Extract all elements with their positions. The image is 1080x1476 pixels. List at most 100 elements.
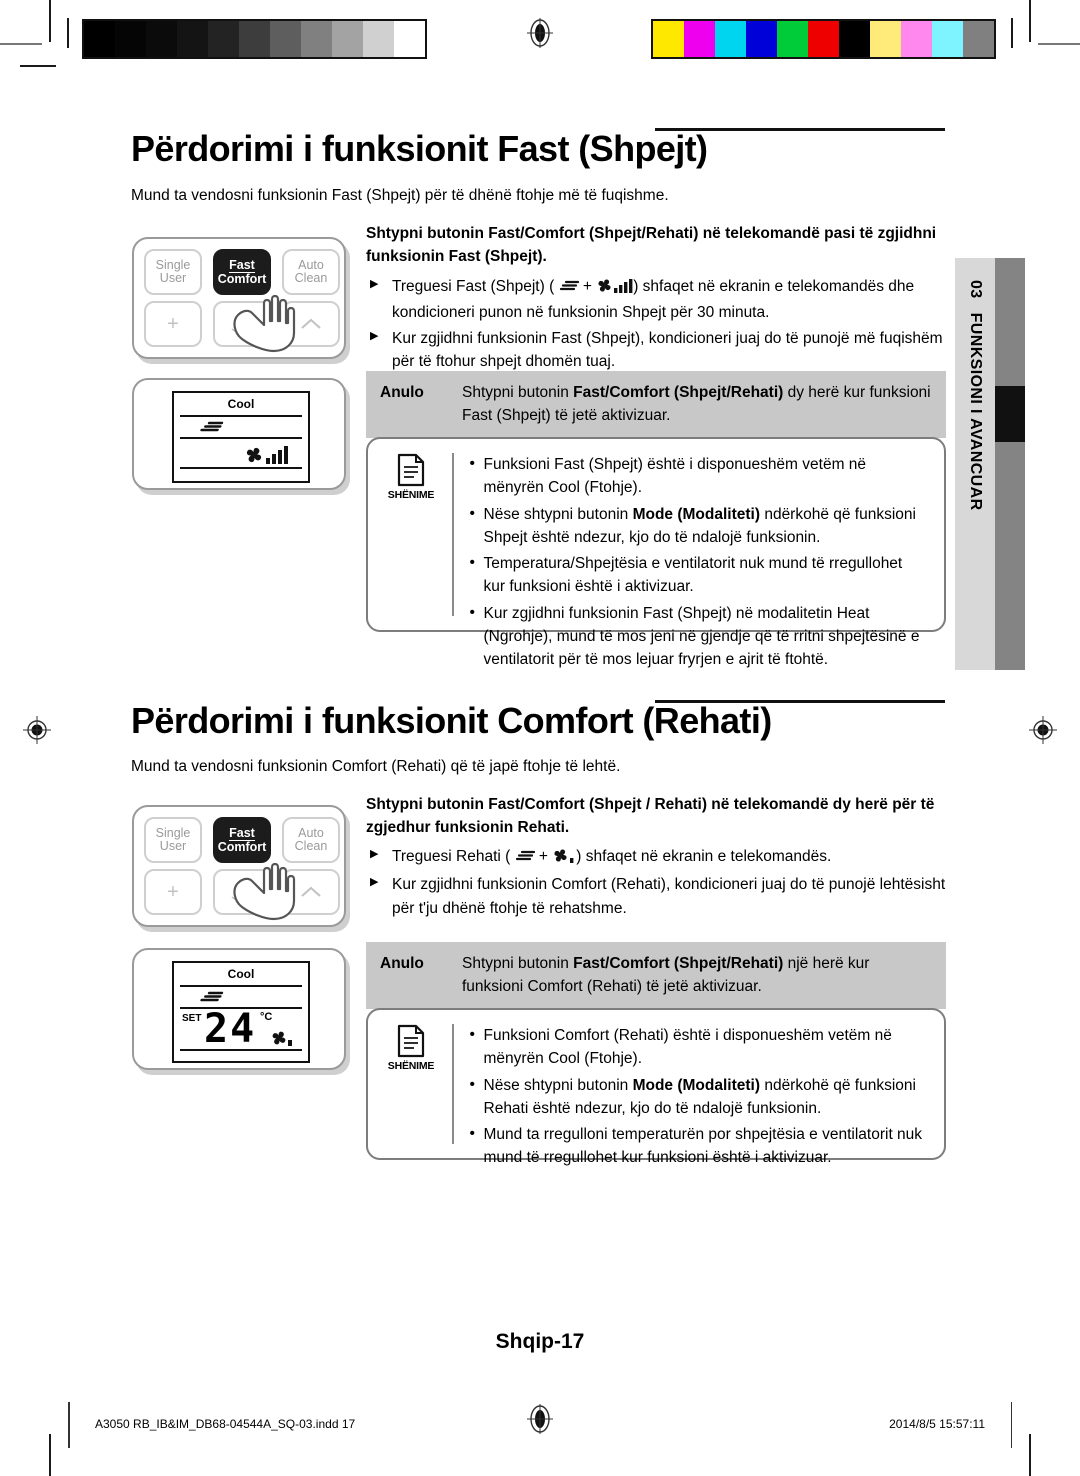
- cancel-box-comfort: Anulo Shtypni butonin Fast/Comfort (Shpe…: [366, 942, 946, 1009]
- lcd-mode-label: Cool: [227, 967, 255, 981]
- lcd-unit: °C: [260, 1011, 273, 1023]
- section-lead-fast: Mund ta vendosni funksionin Fast (Shpejt…: [131, 187, 669, 204]
- lcd-divider: [180, 415, 302, 417]
- calibration-swatch-4: [777, 21, 808, 57]
- instruction-fast: Shtypni butonin Fast/Comfort (Shpejt/Reh…: [366, 222, 962, 269]
- section-lead-comfort: Mund ta vendosni funksionin Comfort (Reh…: [131, 758, 621, 775]
- instruction-comfort: Shtypni butonin Fast/Comfort (Shpejt / R…: [366, 796, 935, 837]
- chapter-title: FUNKSIONI I AVANCUAR: [967, 312, 984, 511]
- calibration-swatch-9: [363, 21, 394, 57]
- fan-bar: [272, 454, 276, 464]
- bullet-item: Kur zgjidhni funksionin Comfort (Rehati)…: [366, 873, 964, 920]
- lcd-screen: Cool SET 24 °C: [172, 961, 310, 1063]
- lcd-divider: [180, 437, 302, 439]
- note-icon-caption: SHËNIME: [387, 1060, 435, 1072]
- plus-icon[interactable]: +: [144, 869, 202, 915]
- crop-mark-tr-h: [1038, 43, 1080, 45]
- crop-mark-tl-h: [0, 43, 42, 45]
- note-list-comfort: Funksioni Comfort (Rehati) është i dispo…: [468, 1023, 929, 1166]
- page-marker: Shqip-17: [495, 1330, 585, 1353]
- instruction-bold: Fast/Comfort (Shpejt/Rehati): [488, 225, 699, 242]
- footer-timestamp: 2014/8/5 15:57:11: [889, 1417, 985, 1431]
- lcd-temperature: 24: [204, 1006, 257, 1052]
- note-item: Mund ta rregulloni temperaturën por shpe…: [468, 1122, 929, 1170]
- calibration-swatch-5: [239, 21, 270, 57]
- calibration-swatch-10: [963, 21, 994, 57]
- airflow-icon: [559, 276, 579, 299]
- airflow-icon: [198, 419, 224, 437]
- fan-level-bars: [613, 277, 633, 300]
- calibration-swatch-7: [870, 21, 901, 57]
- note-icon-group: SHËNIME: [380, 453, 442, 616]
- bullet-list-comfort: Treguesi Rehati ( + ) shfaqet në ekranin…: [366, 845, 964, 922]
- fan-icon: [552, 847, 569, 871]
- airflow-icon: [515, 846, 535, 869]
- document-icon: [396, 453, 426, 487]
- crop-mark-bleed-left: [67, 18, 69, 48]
- fan-bar: [284, 446, 288, 464]
- remote-illustration-fast: Single User Fast Comfort Auto Clean +: [132, 237, 346, 359]
- calibration-swatch-3: [746, 21, 777, 57]
- crop-mark-tl-v: [49, 0, 51, 42]
- pointing-hand-icon: [230, 849, 304, 925]
- plus-icon[interactable]: +: [144, 301, 202, 347]
- calibration-swatch-4: [208, 21, 239, 57]
- registration-mark-top: [525, 18, 555, 48]
- note-item: Nëse shtypni butonin Mode (Modaliteti) n…: [468, 502, 929, 550]
- registration-mark-right: [1028, 715, 1058, 745]
- note-divider: [452, 453, 454, 616]
- bullet-item: Treguesi Rehati ( + ) shfaqet në ekranin…: [366, 845, 964, 871]
- cancel-label: Anulo: [380, 384, 424, 401]
- footer-rule-right: [1010, 1402, 1012, 1448]
- calibration-swatch-0: [653, 21, 684, 57]
- calibration-swatch-1: [115, 21, 146, 57]
- remote-button-single-user[interactable]: Single User: [144, 817, 202, 863]
- remote-button-single-user[interactable]: Single User: [144, 249, 202, 295]
- cancel-text: Shtypni butonin Fast/Comfort (Shpejt/Reh…: [462, 384, 931, 425]
- calibration-swatch-2: [146, 21, 177, 57]
- instruction-pre: Shtypni butonin: [366, 225, 489, 242]
- calibration-swatch-10: [394, 21, 425, 57]
- note-divider: [452, 1024, 454, 1144]
- btn-line1: Fast: [229, 257, 255, 273]
- grayscale-calibration-bar: [82, 19, 427, 59]
- bullet-item: Treguesi Fast (Shpejt) ( + ) shfaqet në …: [366, 275, 962, 325]
- side-tab-chapter-marker: [995, 386, 1025, 442]
- footer-filename: A3050 RB_IB&IM_DB68-04544A_SQ-03.indd 17: [95, 1417, 356, 1431]
- section-heading-rule-fast: [655, 128, 945, 131]
- lcd-mode-label: Cool: [227, 397, 255, 411]
- lcd-divider: [180, 467, 302, 469]
- calibration-swatch-2: [715, 21, 746, 57]
- side-tab-dark-band: [995, 258, 1025, 670]
- note-item: Funksioni Fast (Shpejt) është i disponue…: [468, 452, 929, 500]
- note-item: Kur zgjidhni funksionin Fast (Shpejt) në…: [468, 601, 929, 672]
- crop-mark-tl-h2: [20, 65, 56, 67]
- crop-mark-tr-v: [1029, 0, 1031, 42]
- calibration-swatch-8: [901, 21, 932, 57]
- lcd-illustration-fast: Cool: [132, 378, 346, 490]
- lcd-set-label: SET: [182, 1013, 202, 1024]
- calibration-swatch-5: [808, 21, 839, 57]
- crop-mark-bl-v: [49, 1434, 51, 1476]
- crop-mark-bleed-right: [1011, 18, 1013, 48]
- registration-mark-bottom: [525, 1404, 555, 1434]
- btn-line2: User: [159, 271, 187, 285]
- airflow-icon: [198, 989, 224, 1007]
- note-icon-group: SHËNIME: [380, 1024, 442, 1144]
- crop-mark-br-v: [1029, 1434, 1031, 1476]
- calibration-swatch-7: [301, 21, 332, 57]
- document-icon: [396, 1024, 426, 1058]
- fan-level-bars: [569, 847, 576, 870]
- bullet-list-fast: Treguesi Fast (Shpejt) ( + ) shfaqet në …: [366, 275, 962, 375]
- note-box-comfort: SHËNIME Funksioni Comfort (Rehati) është…: [366, 1008, 946, 1166]
- section-heading-rule-comfort: [655, 700, 945, 703]
- cancel-label: Anulo: [380, 955, 424, 972]
- calibration-swatch-6: [839, 21, 870, 57]
- color-calibration-bar: [651, 19, 996, 59]
- lcd-illustration-comfort: Cool SET 24 °C: [132, 948, 346, 1070]
- fan-level-bars: [266, 446, 288, 464]
- calibration-swatch-6: [270, 21, 301, 57]
- calibration-swatch-1: [684, 21, 715, 57]
- note-item: Funksioni Comfort (Rehati) është i dispo…: [468, 1023, 929, 1071]
- fan-icon: [596, 277, 613, 301]
